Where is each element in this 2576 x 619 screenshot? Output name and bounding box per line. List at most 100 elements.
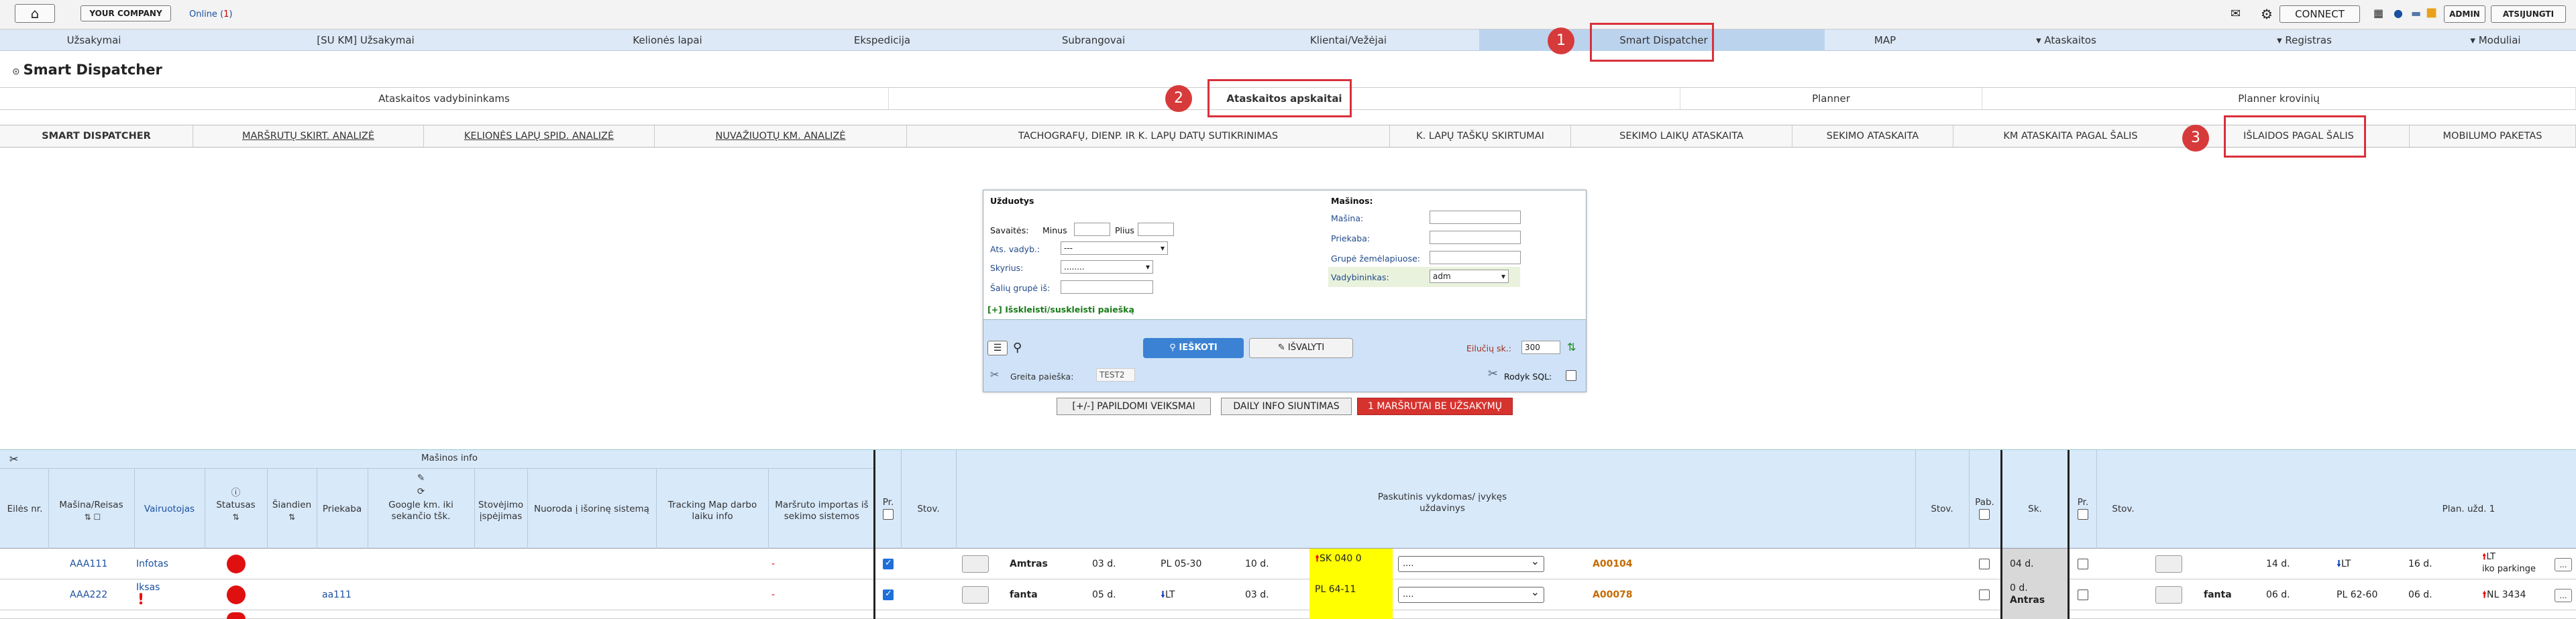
- expand-search-link[interactable]: [+] Išskleisti/suskleisti paiešką: [987, 304, 1134, 315]
- subtab-km-ataskaita[interactable]: KM ataskaita pagal šalis: [1953, 125, 2188, 147]
- th-plan-uzd-1: Plan. užd. 1: [2442, 504, 2496, 514]
- extra-actions-button[interactable]: [+/-] PAPILDOMI VEIKSMAI: [1057, 398, 1211, 415]
- folder-icon[interactable]: ■: [2426, 5, 2437, 19]
- table-row[interactable]: [0, 610, 2576, 619]
- table-row[interactable]: AAA222 Iksas ! aa111 - fanta 05 d. 🠛LT 0…: [0, 579, 2576, 610]
- th-tracking-map: Tracking Map darbo laiku info: [667, 500, 757, 522]
- th-google-km[interactable]: Google km. iki sekančio tšk.: [376, 500, 466, 522]
- subtab-tachografu[interactable]: Tachografų, dienp. ir k. lapų datų sutik…: [907, 125, 1390, 147]
- truck-icon[interactable]: [962, 586, 989, 604]
- skyrius-select[interactable]: ........: [1061, 260, 1153, 274]
- nav-ekspedicija[interactable]: Ekspedicija: [792, 30, 973, 51]
- rows-input[interactable]: 300: [1521, 341, 1560, 354]
- home-button[interactable]: ⌂: [15, 4, 55, 23]
- minus-input[interactable]: [1074, 223, 1110, 236]
- filter-sort-icon[interactable]: ⇅ ☐: [50, 512, 136, 523]
- nav-klientai-vezejai[interactable]: Klientai/Vežėjai: [1214, 30, 1483, 51]
- pr-checkbox[interactable]: [2078, 509, 2088, 520]
- search-button[interactable]: ⚲ IEŠKOTI: [1143, 338, 1244, 358]
- select-all-checkbox[interactable]: [883, 509, 894, 520]
- nav-ataskaitos[interactable]: ▾ Ataskaitos: [1945, 30, 2187, 51]
- subtab-sekimo-laiku[interactable]: Sekimo laikų ataskaita: [1571, 125, 1792, 147]
- chat-icon[interactable]: ▬: [2411, 7, 2421, 19]
- masina-input[interactable]: [1430, 211, 1521, 224]
- nav-subrangovai[interactable]: Subrangovai: [973, 30, 1214, 51]
- task-dropdown[interactable]: ....: [1398, 585, 1544, 603]
- cell-priekaba[interactable]: aa111: [322, 579, 352, 610]
- ats-vadyb-select[interactable]: ---: [1061, 241, 1168, 255]
- nav-registras[interactable]: ▾ Registras: [2187, 30, 2422, 51]
- cell-masina[interactable]: AAA111: [70, 549, 107, 579]
- subtab-mobilumo-paketas[interactable]: Mobilumo paketas: [2410, 125, 2576, 147]
- connect-button[interactable]: CONNECT: [2279, 5, 2360, 23]
- menu-button[interactable]: ☰: [987, 341, 1008, 355]
- globe-icon[interactable]: ●: [2394, 7, 2403, 19]
- clear-button[interactable]: ✎ IŠVALYTI: [1249, 338, 1353, 358]
- plius-input[interactable]: [1138, 223, 1174, 236]
- zoom-icon[interactable]: ⚲: [1013, 341, 1022, 355]
- settings-icon[interactable]: ✂: [990, 368, 999, 381]
- nav-uzsakymai[interactable]: Užsakymai: [0, 30, 188, 51]
- subtab-marsrutu-analize[interactable]: Maršrutų skirt. analizė: [193, 125, 424, 147]
- more-button[interactable]: …: [2555, 558, 2572, 571]
- routes-without-orders-button[interactable]: 1 MARŠRUTAI BE UŽSAKYMŲ: [1357, 398, 1513, 415]
- mail-icon[interactable]: ✉: [2231, 7, 2241, 21]
- more-button[interactable]: …: [2555, 589, 2572, 602]
- quick-search-input[interactable]: TEST2: [1096, 368, 1135, 382]
- sort-icon[interactable]: ⇅: [205, 512, 267, 523]
- nav-su-km-uzsakymai[interactable]: [SU KM] Užsakymai: [188, 30, 543, 51]
- pr-row-checkbox[interactable]: [2078, 589, 2088, 600]
- nav-kelliones-lapai[interactable]: Kelionės lapai: [543, 30, 792, 51]
- connect-label: CONNECT: [2295, 8, 2345, 20]
- refresh-icon[interactable]: ⟳: [368, 486, 474, 498]
- truck-icon[interactable]: [962, 555, 989, 573]
- priekaba-input[interactable]: [1430, 231, 1521, 244]
- cell-order-link[interactable]: A00104: [1593, 549, 1633, 579]
- tab-planner-kroviniu[interactable]: Planner krovinių: [1982, 88, 2576, 109]
- subtab-k-lapu-tasku[interactable]: K. lapų taškų skirtumai: [1390, 125, 1571, 147]
- pab-row-checkbox[interactable]: [1979, 559, 1990, 569]
- cell-order-link[interactable]: A00078: [1593, 579, 1633, 610]
- nav-moduliai[interactable]: ▾ Moduliai: [2422, 30, 2569, 51]
- tab-ataskaitos-vadybininkams[interactable]: Ataskaitos vadybininkams: [0, 88, 889, 109]
- th-siandien[interactable]: Šiandien: [267, 500, 317, 511]
- grid-icon[interactable]: ▦: [2373, 7, 2383, 19]
- daily-info-button[interactable]: DAILY INFO SIUNTIMAS: [1221, 398, 1352, 415]
- tab-planner[interactable]: Planner: [1680, 88, 1982, 109]
- th-statusas[interactable]: Statusas: [205, 500, 267, 511]
- tools-icon[interactable]: ✂: [9, 453, 18, 465]
- sort-icon[interactable]: ⇅: [1567, 341, 1576, 353]
- saliu-grupe-input[interactable]: [1061, 280, 1153, 294]
- truck-icon[interactable]: [2155, 586, 2182, 604]
- cell-sk-company: Antras: [2010, 595, 2045, 606]
- subtab-nuvaziuotu-km[interactable]: Nuvažiuotų km. analizė: [655, 125, 907, 147]
- company-button[interactable]: YOUR COMPANY: [80, 5, 171, 21]
- cell-masina[interactable]: AAA222: [70, 579, 107, 610]
- row-checkbox[interactable]: [883, 558, 894, 569]
- th-vairuotojas[interactable]: Vairuotojas: [134, 504, 205, 515]
- grupe-input[interactable]: [1430, 251, 1521, 264]
- task-dropdown[interactable]: ....: [1398, 554, 1544, 572]
- pr-row-checkbox[interactable]: [2078, 559, 2088, 569]
- pab-row-checkbox[interactable]: [1979, 589, 1990, 600]
- nav-map[interactable]: MAP: [1825, 30, 1945, 51]
- priekaba-label: Priekaba:: [1331, 233, 1371, 243]
- logout-button[interactable]: ATSIJUNGTI: [2491, 5, 2566, 23]
- truck-icon[interactable]: [2155, 555, 2182, 573]
- subtab-smart-dispatcher[interactable]: Smart Dispatcher: [0, 125, 193, 147]
- admin-button[interactable]: ADMIN: [2444, 5, 2485, 23]
- subtab-sekimo-ataskaita[interactable]: Sekimo ataskaita: [1792, 125, 1953, 147]
- online-link[interactable]: Online (1): [189, 9, 233, 19]
- pab-checkbox[interactable]: [1979, 509, 1990, 520]
- row-checkbox[interactable]: [883, 589, 894, 600]
- gear-icon[interactable]: ⚙: [2261, 6, 2273, 22]
- subtab-keliones-lapu-analize[interactable]: Kelionės lapų spid. analizė: [424, 125, 655, 147]
- vadybininkas-select[interactable]: adm: [1430, 270, 1509, 283]
- home-icon: ⌂: [30, 5, 40, 21]
- th-masina-reisas[interactable]: Mašina/Reisas: [48, 500, 134, 511]
- cell-vairuotojas[interactable]: Infotas: [136, 549, 168, 579]
- table-row[interactable]: AAA111 Infotas - Amtras 03 d. PL 05-30 1…: [0, 549, 2576, 579]
- sort-icon[interactable]: ⇅: [267, 512, 317, 523]
- th-priekaba[interactable]: Priekaba: [317, 504, 368, 515]
- show-sql-checkbox[interactable]: [1566, 370, 1576, 381]
